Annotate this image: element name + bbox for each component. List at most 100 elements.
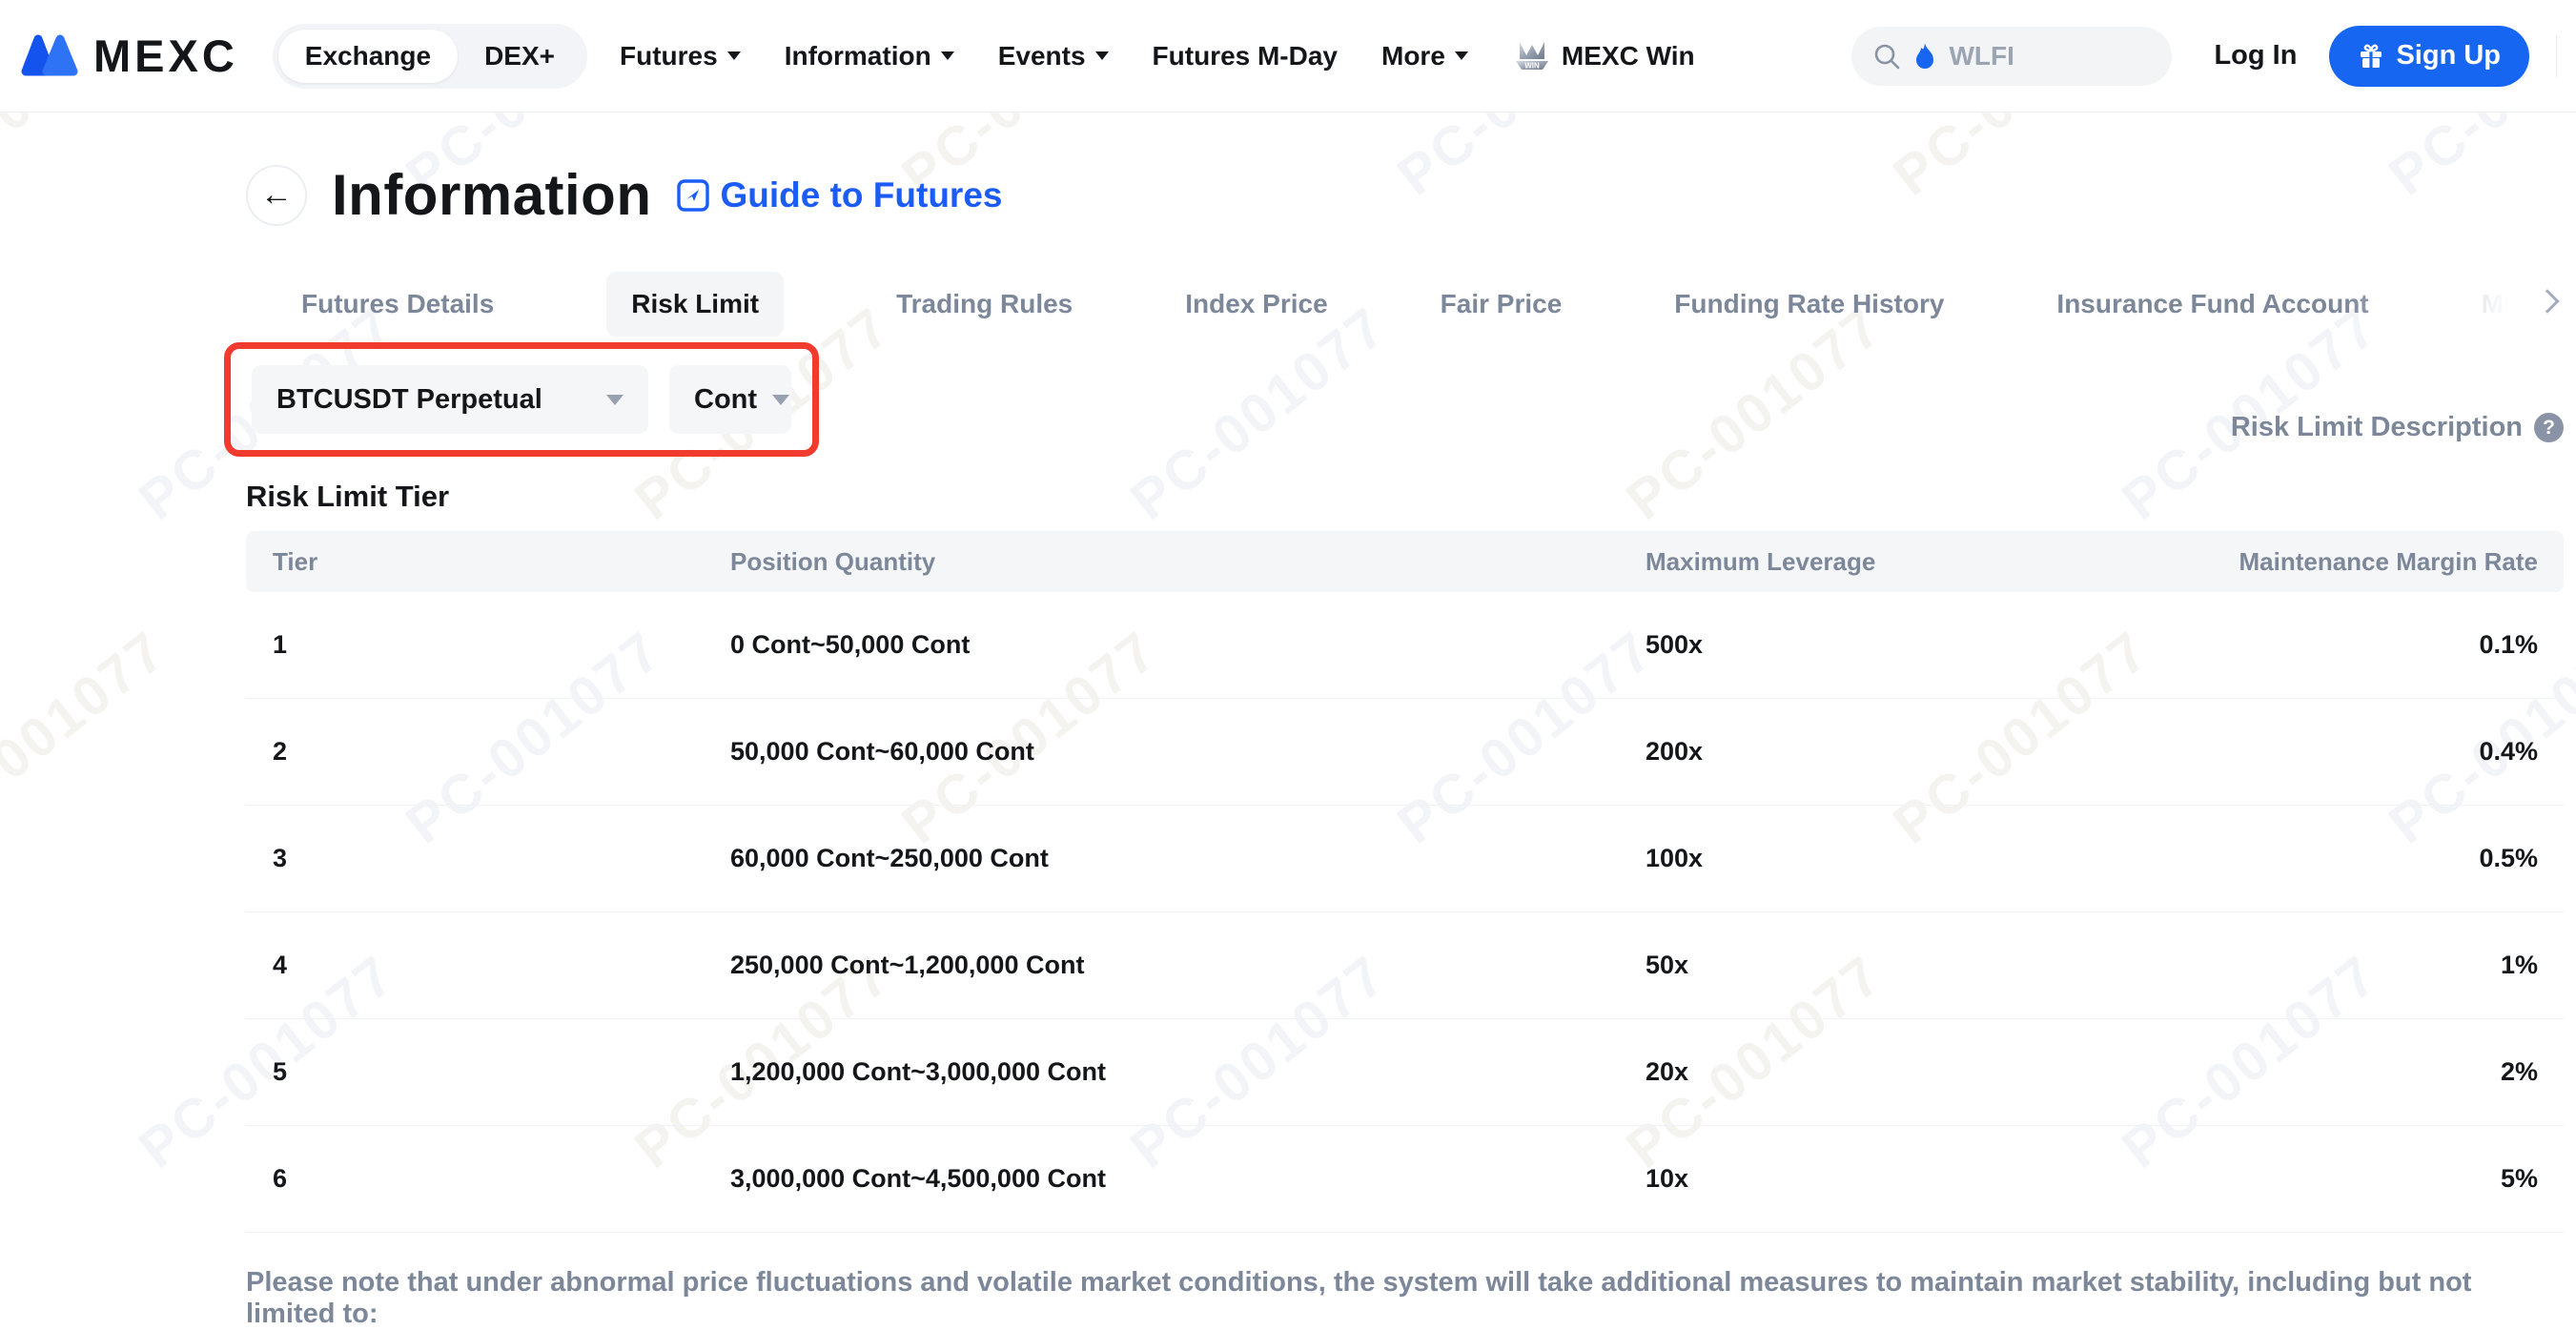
cell-maintenance-margin-rate: 2% bbox=[2128, 1057, 2538, 1087]
caret-down-icon bbox=[727, 51, 741, 60]
chevron-down-icon bbox=[606, 395, 624, 405]
nav-item-label: Events bbox=[998, 41, 1086, 72]
risk-limit-description-label: Risk Limit Description bbox=[2231, 412, 2523, 443]
mexc-logo-icon bbox=[21, 30, 80, 83]
chevron-down-icon bbox=[772, 395, 789, 405]
tab-futures-details[interactable]: Futures Details bbox=[301, 272, 494, 337]
table-row: 51,200,000 Cont~3,000,000 Cont20x2% bbox=[246, 1019, 2564, 1126]
cell-position-quantity: 0 Cont~50,000 Cont bbox=[730, 630, 1646, 660]
cell-maintenance-margin-rate: 5% bbox=[2128, 1164, 2538, 1194]
nav-item-label: Information bbox=[785, 41, 931, 72]
table-row: 63,000,000 Cont~4,500,000 Cont10x5% bbox=[246, 1126, 2564, 1233]
main-nav: Futures Information Events Futures M-Day Mor… bbox=[620, 36, 1695, 76]
cell-maintenance-margin-rate: 0.5% bbox=[2128, 844, 2538, 873]
nav-item-label: MEXC Win bbox=[1562, 41, 1695, 72]
page-title-row: ← Information Guide to Futures bbox=[246, 162, 2564, 228]
nav-item-label: More bbox=[1381, 41, 1445, 72]
toggle-exchange[interactable]: Exchange bbox=[278, 30, 458, 83]
table-row: 360,000 Cont~250,000 Cont100x0.5% bbox=[246, 806, 2564, 912]
tab-funding-rate-history[interactable]: Funding Rate History bbox=[1674, 272, 1944, 337]
cell-maximum-leverage: 20x bbox=[1646, 1057, 2128, 1087]
nav-item-futures-m-day[interactable]: Futures M-Day bbox=[1153, 41, 1338, 72]
market-toggle: Exchange DEX+ bbox=[273, 24, 587, 89]
nav-item-futures[interactable]: Futures bbox=[620, 41, 741, 72]
section-title: Risk Limit Tier bbox=[246, 480, 2564, 514]
nav-item-label: Futures bbox=[620, 41, 718, 72]
caret-down-icon bbox=[941, 51, 954, 60]
svg-text:WIN: WIN bbox=[1524, 61, 1540, 70]
login-button[interactable]: Log In bbox=[2214, 40, 2297, 72]
signup-button[interactable]: Sign Up bbox=[2329, 26, 2529, 87]
table-header-row: TierPosition QuantityMaximum LeverageMai… bbox=[246, 531, 2564, 592]
contract-select-value: BTCUSDT Perpetual bbox=[276, 384, 542, 416]
cell-position-quantity: 60,000 Cont~250,000 Cont bbox=[730, 844, 1646, 873]
unit-select-value: Cont bbox=[694, 384, 757, 416]
tab-insurance-fund-account[interactable]: Insurance Fund Account bbox=[2056, 272, 2368, 337]
cell-tier: 2 bbox=[273, 737, 730, 767]
selector-row: BTCUSDT Perpetual Cont Risk Limit Descri… bbox=[246, 342, 2564, 457]
cell-maintenance-margin-rate: 0.1% bbox=[2128, 630, 2538, 660]
column-header-position-quantity: Position Quantity bbox=[730, 547, 1646, 577]
cell-tier: 1 bbox=[273, 630, 730, 660]
table-row: 250,000 Cont~60,000 Cont200x0.4% bbox=[246, 699, 2564, 806]
hot-flame-icon bbox=[1912, 42, 1937, 71]
brand-wordmark: MEXC bbox=[93, 30, 238, 82]
guide-link-label: Guide to Futures bbox=[720, 175, 1002, 215]
nav-item-information[interactable]: Information bbox=[785, 41, 954, 72]
cell-tier: 4 bbox=[273, 951, 730, 980]
cell-maintenance-margin-rate: 1% bbox=[2128, 951, 2538, 980]
tab-index-price[interactable]: Index Price bbox=[1185, 272, 1327, 337]
mexc-win-badge-icon: WIN bbox=[1512, 36, 1552, 76]
tabs-row: Futures Details Risk Limit Trading Rules In… bbox=[246, 270, 2564, 338]
toggle-dex[interactable]: DEX+ bbox=[458, 30, 582, 83]
guide-to-futures-link[interactable]: Guide to Futures bbox=[676, 175, 1002, 215]
caret-down-icon bbox=[1095, 51, 1109, 60]
search-placeholder: WLFI bbox=[1949, 41, 2014, 72]
nav-item-label: Futures M-Day bbox=[1153, 41, 1338, 72]
nav-item-mexc-win[interactable]: WIN MEXC Win bbox=[1512, 36, 1695, 76]
red-annotation-box: BTCUSDT Perpetual Cont bbox=[224, 342, 819, 457]
cell-tier: 6 bbox=[273, 1164, 730, 1194]
guide-icon bbox=[676, 178, 710, 213]
page-title: Information bbox=[332, 162, 651, 228]
footnote: Please note that under abnormal price fl… bbox=[246, 1267, 2564, 1330]
tab-trading-rules[interactable]: Trading Rules bbox=[896, 272, 1073, 337]
table-body: 10 Cont~50,000 Cont500x0.1%250,000 Cont~… bbox=[246, 592, 2564, 1233]
gift-icon bbox=[2358, 43, 2384, 70]
cell-maximum-leverage: 500x bbox=[1646, 630, 2128, 660]
table-row: 10 Cont~50,000 Cont500x0.1% bbox=[246, 592, 2564, 699]
caret-down-icon bbox=[1455, 51, 1468, 60]
column-header-maintenance-margin-rate: Maintenance Margin Rate bbox=[2128, 547, 2538, 577]
search-icon bbox=[1872, 42, 1901, 71]
cell-maintenance-margin-rate: 0.4% bbox=[2128, 737, 2538, 767]
table-row: 4250,000 Cont~1,200,000 Cont50x1% bbox=[246, 912, 2564, 1019]
nav-item-more[interactable]: More bbox=[1381, 41, 1468, 72]
cell-maximum-leverage: 50x bbox=[1646, 951, 2128, 980]
help-question-icon[interactable]: ? bbox=[2534, 413, 2564, 442]
information-page: ← Information Guide to Futures Futures D… bbox=[0, 162, 2576, 1330]
cell-position-quantity: 3,000,000 Cont~4,500,000 Cont bbox=[730, 1164, 1646, 1194]
back-button[interactable]: ← bbox=[246, 165, 307, 226]
column-header-tier: Tier bbox=[273, 547, 730, 577]
tab-risk-limit[interactable]: Risk Limit bbox=[606, 272, 784, 337]
cell-maximum-leverage: 100x bbox=[1646, 844, 2128, 873]
column-header-maximum-leverage: Maximum Leverage bbox=[1646, 547, 2128, 577]
search-input[interactable]: WLFI bbox=[1851, 27, 2172, 86]
contract-select[interactable]: BTCUSDT Perpetual bbox=[252, 365, 648, 434]
cell-tier: 3 bbox=[273, 844, 730, 873]
header-divider bbox=[2556, 35, 2557, 77]
signup-label: Sign Up bbox=[2396, 40, 2501, 72]
risk-limit-table: TierPosition QuantityMaximum LeverageMai… bbox=[246, 531, 2564, 1233]
tab-fair-price[interactable]: Fair Price bbox=[1441, 272, 1563, 337]
top-navbar: MEXC Exchange DEX+ Futures Information Eve… bbox=[0, 0, 2576, 113]
tabs: Futures Details Risk Limit Trading Rules In… bbox=[301, 270, 2497, 338]
risk-limit-description-link[interactable]: Risk Limit Description ? bbox=[2231, 412, 2564, 443]
cell-maximum-leverage: 10x bbox=[1646, 1164, 2128, 1194]
unit-select[interactable]: Cont bbox=[669, 365, 791, 434]
cell-maximum-leverage: 200x bbox=[1646, 737, 2128, 767]
mexc-logo[interactable]: MEXC bbox=[21, 30, 238, 83]
cell-position-quantity: 250,000 Cont~1,200,000 Cont bbox=[730, 951, 1646, 980]
nav-item-events[interactable]: Events bbox=[998, 41, 1109, 72]
cell-tier: 5 bbox=[273, 1057, 730, 1087]
cell-position-quantity: 1,200,000 Cont~3,000,000 Cont bbox=[730, 1057, 1646, 1087]
